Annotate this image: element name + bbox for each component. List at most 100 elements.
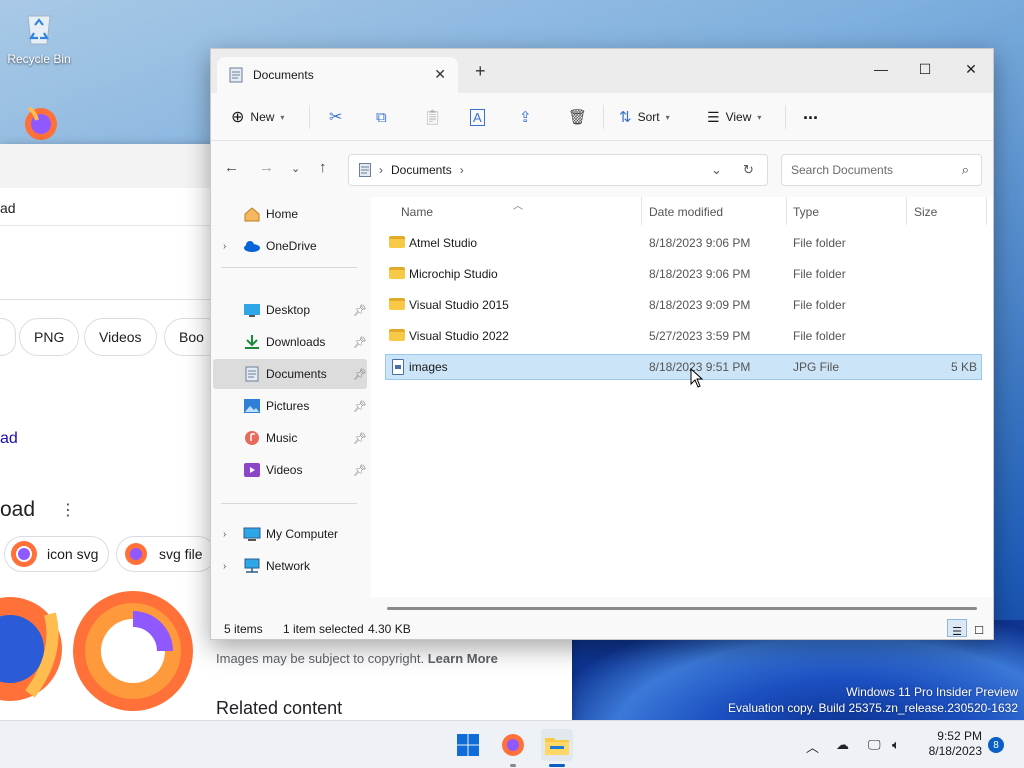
refresh-icon[interactable]: ↻ bbox=[743, 162, 754, 178]
image-result-1[interactable] bbox=[0, 584, 66, 714]
browser-search-box[interactable]: ad bbox=[0, 192, 210, 226]
file-row[interactable]: Atmel Studio 8/18/2023 9:06 PM File fold… bbox=[385, 230, 982, 256]
forward-button[interactable]: → bbox=[259, 159, 274, 176]
suggestion-chip-svg-file[interactable]: svg file bbox=[116, 536, 216, 572]
expand-chevron-icon[interactable]: › bbox=[223, 241, 226, 252]
file-row-selected[interactable]: images 8/18/2023 9:51 PM JPG File 5 KB bbox=[385, 354, 982, 380]
nav-label: Pictures bbox=[266, 399, 310, 413]
column-size[interactable]: Size bbox=[914, 205, 937, 219]
horizontal-scrollbar[interactable] bbox=[387, 607, 977, 610]
filter-chip-previous[interactable] bbox=[0, 318, 16, 356]
breadcrumb-documents[interactable]: Documents bbox=[391, 163, 452, 177]
related-content-heading: Related content bbox=[216, 698, 343, 718]
nav-downloads[interactable]: Downloads 📌︎ bbox=[213, 327, 367, 357]
paste-button[interactable]: 📋︎ bbox=[423, 105, 442, 129]
recycle-bin-icon bbox=[19, 8, 59, 48]
column-date-modified[interactable]: Date modified bbox=[649, 205, 723, 219]
nav-onedrive[interactable]: › OneDrive bbox=[213, 231, 367, 261]
start-button[interactable] bbox=[452, 729, 484, 761]
mouse-cursor-icon bbox=[690, 368, 704, 388]
details-view-icon: ☰ bbox=[952, 626, 962, 638]
maximize-button[interactable]: ☐ bbox=[905, 55, 945, 83]
tiles-view-button[interactable]: ☐ bbox=[969, 619, 989, 637]
recycle-bin-shortcut[interactable]: Recycle Bin bbox=[1, 8, 77, 66]
new-tab-button[interactable]: + bbox=[475, 61, 486, 82]
nav-music[interactable]: Music 📌︎ bbox=[213, 423, 367, 453]
suggestion-chip-icon-svg[interactable]: icon svg bbox=[4, 536, 110, 572]
cloud-icon bbox=[243, 238, 261, 254]
taskbar-file-explorer[interactable] bbox=[541, 729, 573, 767]
firefox-icon bbox=[502, 734, 524, 756]
nav-label: Music bbox=[266, 431, 298, 445]
learn-more-link[interactable]: Learn More bbox=[428, 651, 498, 666]
close-window-button[interactable]: ✕ bbox=[951, 55, 991, 83]
chevron-down-icon: ▾ bbox=[757, 112, 762, 122]
image-result-2[interactable] bbox=[70, 588, 196, 714]
search-placeholder: Search Documents bbox=[791, 163, 894, 177]
view-button[interactable]: ☰ View ▾ bbox=[707, 105, 761, 129]
minimize-button[interactable]: — bbox=[861, 55, 901, 83]
file-list: ︿ Name Date modified Type Size Atmel Stu… bbox=[371, 197, 993, 597]
up-button[interactable]: ↑ bbox=[319, 159, 327, 176]
new-label: New bbox=[250, 110, 275, 124]
filter-chip-videos[interactable]: Videos bbox=[84, 318, 157, 356]
nav-home[interactable]: Home bbox=[213, 199, 367, 229]
new-button[interactable]: ⊕ New ▾ bbox=[231, 105, 284, 129]
delete-button[interactable]: 🗑︎ bbox=[568, 105, 587, 129]
pin-icon: 📌︎ bbox=[353, 464, 367, 477]
recent-locations-button[interactable]: ⌄ bbox=[291, 162, 300, 175]
onedrive-status-icon[interactable]: ☁ bbox=[836, 737, 849, 753]
nav-pictures[interactable]: Pictures 📌︎ bbox=[213, 391, 367, 421]
file-date: 8/18/2023 9:06 PM bbox=[649, 267, 751, 281]
file-row[interactable]: Visual Studio 2015 8/18/2023 9:09 PM Fil… bbox=[385, 292, 982, 318]
browser-result-link[interactable]: ad bbox=[0, 430, 18, 448]
more-options-icon[interactable]: ⋮ bbox=[60, 500, 76, 520]
file-explorer-window[interactable]: Documents ✕ + — ☐ ✕ ⊕ New ▾ ✂ ⧉ 📋︎ A ⇪ 🗑… bbox=[210, 48, 994, 640]
show-hidden-icons-button[interactable]: ︿ bbox=[806, 737, 819, 756]
taskbar-firefox[interactable] bbox=[497, 729, 529, 767]
column-name[interactable]: Name bbox=[401, 205, 433, 219]
breadcrumb-chevron-icon[interactable]: › bbox=[460, 163, 464, 177]
filter-chip-png[interactable]: PNG bbox=[19, 318, 80, 356]
file-row[interactable]: Microchip Studio 8/18/2023 9:06 PM File … bbox=[385, 261, 982, 287]
volume-icon[interactable]: 🔈︎ bbox=[892, 737, 900, 753]
copyright-note: Images may be subject to copyright. Lear… bbox=[216, 651, 498, 666]
expand-chevron-icon[interactable]: › bbox=[223, 529, 226, 540]
browser-search-area bbox=[0, 230, 210, 300]
taskbar-clock[interactable]: 9:52 PM 8/18/2023 bbox=[920, 729, 982, 759]
nav-documents[interactable]: Documents 📌︎ bbox=[213, 359, 367, 389]
network-status-icon[interactable]: 🖵︎ bbox=[868, 737, 881, 753]
address-dropdown-icon[interactable]: ⌄ bbox=[711, 162, 722, 178]
file-row[interactable]: Visual Studio 2022 5/27/2023 3:59 PM Fil… bbox=[385, 323, 982, 349]
back-button[interactable]: ← bbox=[224, 159, 239, 176]
firefox-shortcut[interactable] bbox=[1, 102, 77, 146]
share-button[interactable]: ⇪ bbox=[519, 105, 532, 129]
see-more-button[interactable]: ... bbox=[803, 101, 818, 125]
nav-my-computer[interactable]: › My Computer bbox=[213, 519, 367, 549]
copy-icon: ⧉ bbox=[376, 108, 387, 126]
cut-button[interactable]: ✂ bbox=[329, 105, 342, 129]
details-view-button[interactable]: ☰ bbox=[947, 619, 967, 638]
title-bar[interactable]: Documents ✕ + — ☐ ✕ bbox=[211, 49, 993, 93]
close-tab-icon[interactable]: ✕ bbox=[434, 66, 446, 83]
nav-label: OneDrive bbox=[266, 239, 317, 253]
watermark-edition: Windows 11 Pro Insider Preview bbox=[846, 685, 1018, 699]
file-size: 5 KB bbox=[950, 360, 977, 374]
notification-badge[interactable]: 8 bbox=[988, 737, 1004, 753]
file-name: images bbox=[409, 360, 448, 374]
search-input[interactable]: Search Documents ⌕ bbox=[781, 154, 982, 186]
windows-logo-icon bbox=[457, 734, 479, 756]
copy-button[interactable]: ⧉ bbox=[376, 105, 387, 129]
rename-button[interactable]: A bbox=[470, 105, 485, 129]
nav-network[interactable]: › Network bbox=[213, 551, 367, 581]
column-type[interactable]: Type bbox=[793, 205, 819, 219]
nav-videos[interactable]: Videos 📌︎ bbox=[213, 455, 367, 485]
taskbar: ︿ ☁ 🖵︎ 🔈︎ 9:52 PM 8/18/2023 8 bbox=[0, 720, 1024, 768]
browser-result-heading: oad bbox=[0, 498, 36, 521]
file-type: File folder bbox=[793, 236, 846, 250]
expand-chevron-icon[interactable]: › bbox=[223, 561, 226, 572]
address-bar[interactable]: › Documents › ⌄ ↻ bbox=[348, 154, 768, 186]
sort-button[interactable]: ⇅ Sort ▾ bbox=[619, 105, 670, 129]
tab-documents[interactable]: Documents ✕ bbox=[217, 57, 458, 93]
nav-desktop[interactable]: Desktop 📌︎ bbox=[213, 295, 367, 325]
